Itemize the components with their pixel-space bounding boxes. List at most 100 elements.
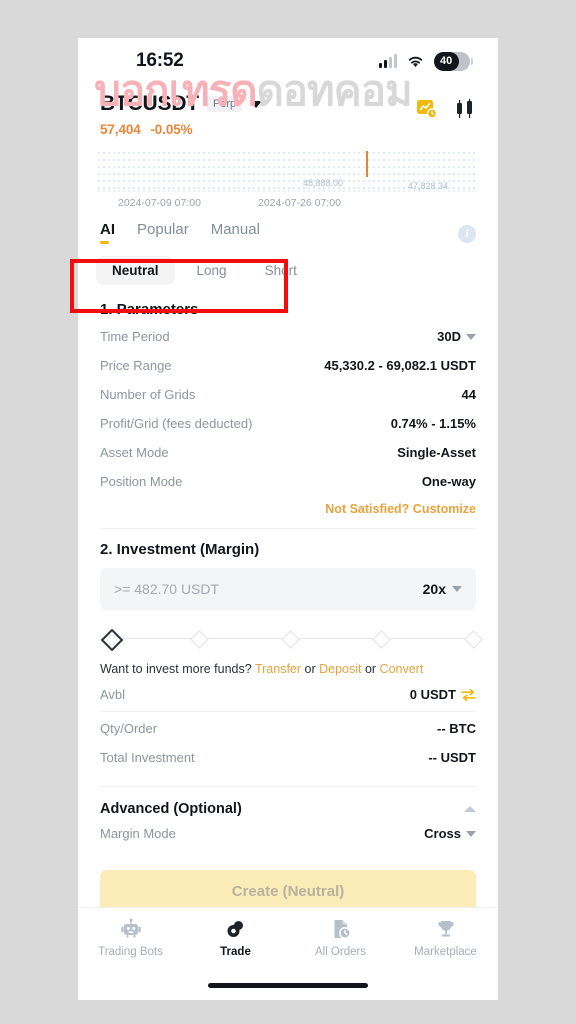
nav-item-marketplace[interactable]: Marketplace	[393, 918, 498, 958]
battery-level: 40	[440, 55, 453, 67]
create-button[interactable]: Create (Neutral)	[100, 870, 476, 912]
nav-item-all-orders[interactable]: All Orders	[288, 918, 393, 958]
robot-icon	[120, 918, 141, 938]
row-total-investment: Total Investment -- USDT	[78, 743, 498, 772]
investment-input-row[interactable]: >= 482.70 USDT 20x	[100, 568, 476, 610]
orders-clock-icon	[334, 920, 351, 939]
param-label: Price Range	[100, 358, 172, 373]
screenshot-root: 16:52 40 BTCUSDT Perp 57,404 -0.05% 48,8…	[0, 0, 576, 1024]
param-label: Profit/Grid (fees deducted)	[100, 416, 253, 431]
add-funds-text: Want to invest more funds?	[100, 662, 255, 676]
nav-item-trade[interactable]: Trade	[183, 918, 288, 958]
transfer-link[interactable]: Transfer	[255, 662, 301, 676]
direction-option-long[interactable]: Long	[181, 256, 243, 285]
mini-price-chart[interactable]: 48,888.00 47,828.34	[98, 149, 478, 195]
price-change: -0.05%	[150, 122, 193, 137]
row-avbl: Avbl 0 USDT	[78, 680, 498, 709]
trade-coins-icon	[227, 921, 243, 937]
investment-title: 2. Investment (Margin)	[100, 541, 260, 558]
candlestick-icon[interactable]	[454, 98, 476, 120]
direction-option-short[interactable]: Short	[249, 256, 313, 285]
bottom-navigation: Trading Bots Trade All Orders Marketplac…	[78, 907, 498, 1000]
avbl-value: 0 USDT	[409, 687, 456, 702]
line-chart-icon[interactable]	[416, 98, 438, 120]
add-funds-line: Want to invest more funds? Transfer or D…	[78, 648, 498, 680]
param-value-text: 30D	[437, 329, 461, 344]
deposit-link[interactable]: Deposit	[319, 662, 361, 676]
slider-mark[interactable]	[190, 630, 209, 649]
param-value: Cross	[424, 826, 476, 841]
nav-label: All Orders	[314, 946, 367, 958]
customize-link[interactable]: Not Satisfied? Customize	[78, 496, 498, 526]
param-label: Margin Mode	[100, 826, 176, 841]
nav-label: Trade	[220, 946, 251, 958]
chevron-down-icon[interactable]	[452, 586, 462, 592]
nav-label: Trading Bots	[98, 946, 163, 958]
slider-mark[interactable]	[372, 630, 392, 649]
investment-slider[interactable]	[100, 628, 483, 652]
tab-popular[interactable]: Popular	[137, 221, 189, 246]
param-label: Qty/Order	[100, 721, 158, 736]
param-value: 45,330.2 - 69,082.1 USDT	[324, 358, 476, 373]
transfer-arrows-icon[interactable]	[461, 688, 476, 702]
param-row-position-mode: Position Mode One-way	[78, 467, 498, 496]
last-price: 57,404	[100, 122, 141, 137]
info-icon[interactable]: i	[458, 224, 476, 243]
param-row-margin-mode[interactable]: Margin Mode Cross	[78, 819, 498, 848]
direction-option-neutral[interactable]: Neutral	[96, 256, 175, 285]
investment-input[interactable]: >= 482.70 USDT	[114, 581, 219, 597]
status-time: 16:52	[136, 50, 184, 71]
sep-1: or	[301, 662, 320, 676]
param-label: Number of Grids	[100, 387, 196, 402]
param-row-profit-grid: Profit/Grid (fees deducted) 0.74% - 1.15…	[78, 409, 498, 438]
phone-screen: 16:52 40 BTCUSDT Perp 57,404 -0.05% 48,8…	[78, 38, 498, 1000]
param-row-price-range: Price Range 45,330.2 - 69,082.1 USDT	[78, 351, 498, 380]
symbol-header: BTCUSDT Perp 57,404 -0.05%	[78, 84, 498, 137]
strategy-tab-bar: AI Popular Manual i	[78, 213, 498, 246]
parameters-title: 1. Parameters	[100, 301, 199, 318]
trophy-icon	[437, 921, 454, 937]
symbol-name: BTCUSDT	[100, 92, 199, 115]
chart-price-marker-1: 48,888.00	[303, 178, 343, 188]
slider-mark[interactable]	[463, 630, 483, 649]
leverage-selector[interactable]: 20x	[423, 581, 462, 597]
advanced-section-header[interactable]: Advanced (Optional)	[78, 789, 498, 819]
tab-ai[interactable]: AI	[100, 221, 115, 246]
contract-type-badge: Perp	[206, 96, 243, 112]
row-qty-order: Qty/Order -- BTC	[78, 714, 498, 743]
chevron-down-icon[interactable]	[466, 830, 476, 837]
param-row-asset-mode: Asset Mode Single-Asset	[78, 438, 498, 467]
param-value: 0 USDT	[410, 687, 476, 702]
status-bar: 16:52 40	[78, 38, 498, 84]
nav-item-trading-bots[interactable]: Trading Bots	[78, 918, 183, 958]
chart-svg: 48,888.00 47,828.34	[98, 151, 478, 192]
section-divider	[100, 528, 476, 529]
sep-2: or	[361, 662, 380, 676]
symbol-selector[interactable]: BTCUSDT Perp	[100, 92, 263, 116]
margin-mode-value: Cross	[424, 826, 461, 841]
slider-handle[interactable]	[100, 628, 124, 652]
param-row-time-period[interactable]: Time Period 30D	[78, 322, 498, 351]
chevron-up-icon[interactable]	[464, 806, 476, 812]
chevron-down-icon[interactable]	[466, 333, 476, 340]
nav-label: Marketplace	[414, 946, 477, 958]
param-label: Avbl	[100, 687, 126, 702]
section-divider	[100, 786, 476, 787]
status-indicators: 40	[379, 51, 473, 71]
param-value: One-way	[421, 474, 476, 489]
slider-mark[interactable]	[281, 630, 300, 649]
param-label: Asset Mode	[100, 445, 169, 460]
wifi-icon	[408, 56, 423, 67]
param-row-number-of-grids: Number of Grids 44	[78, 380, 498, 409]
param-value: 30D	[437, 329, 476, 344]
chevron-down-icon[interactable]	[250, 100, 263, 108]
signal-bars-icon	[379, 54, 397, 68]
tab-manual[interactable]: Manual	[211, 221, 260, 246]
chart-price-marker-2: 47,828.34	[408, 181, 448, 191]
convert-link[interactable]: Convert	[380, 662, 424, 676]
chart-current-marker	[366, 151, 368, 177]
home-indicator	[208, 983, 368, 988]
param-label: Total Investment	[100, 750, 195, 765]
advanced-title: Advanced (Optional)	[100, 801, 242, 817]
param-value: -- USDT	[428, 750, 476, 765]
